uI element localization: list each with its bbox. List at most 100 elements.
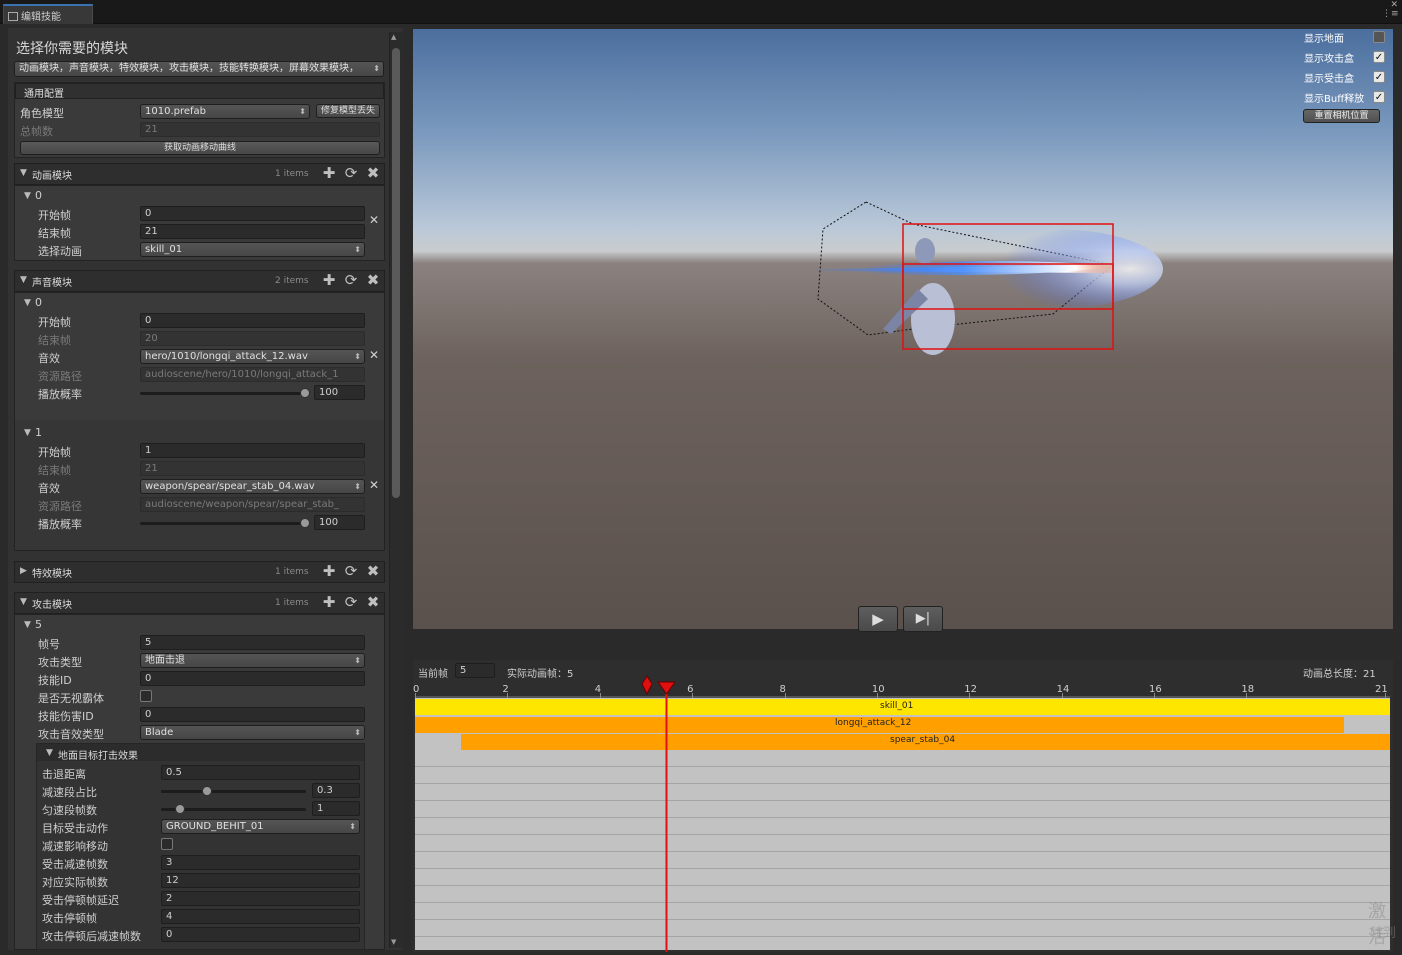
decel-ratio-slider[interactable] xyxy=(161,790,306,793)
expand-triangle-icon[interactable]: ▼ xyxy=(24,620,31,630)
sound-entry-index: 0 xyxy=(35,296,42,309)
slider-knob[interactable] xyxy=(300,518,310,528)
refresh-icon[interactable]: ⟳ xyxy=(342,164,360,182)
decel-ratio-field[interactable]: 0.3 xyxy=(312,783,360,798)
delete-entry-icon[interactable]: ✕ xyxy=(369,478,379,492)
scene-render xyxy=(808,201,1163,355)
track-row-line xyxy=(415,885,1390,886)
damage-id-field[interactable]: 0 xyxy=(140,707,365,722)
current-frame-field[interactable]: 5 xyxy=(455,663,495,678)
module-select-dropdown[interactable]: 动画模块，声音模块，特效模块，攻击模块，技能转换模块，屏幕效果模块， xyxy=(14,61,384,77)
decel-move-label: 减速影响移动 xyxy=(42,840,108,853)
attack-sfx-type-dropdown[interactable]: Blade xyxy=(140,725,365,740)
sound-prob-slider[interactable] xyxy=(140,392,310,395)
expand-triangle-icon[interactable]: ▶ xyxy=(20,566,27,576)
refresh-icon[interactable]: ⟳ xyxy=(342,593,360,611)
sound-start-label: 开始帧 xyxy=(38,316,71,329)
model-dropdown[interactable]: 1010.prefab xyxy=(140,104,310,119)
add-icon[interactable]: ✚ xyxy=(320,271,338,289)
knockback-field[interactable]: 0.5 xyxy=(161,765,360,780)
expand-triangle-icon[interactable]: ▼ xyxy=(24,191,31,201)
editor-window-icon xyxy=(8,12,18,21)
toggle-attack-box-checkbox[interactable]: ✓ xyxy=(1373,51,1385,63)
hit-decel-field[interactable]: 3 xyxy=(161,855,360,870)
model-label: 角色模型 xyxy=(20,107,64,120)
hit-decel-label: 受击减速帧数 xyxy=(42,858,108,871)
sound-sfx-label: 音效 xyxy=(38,482,60,495)
track-label-sound-0: longqi_attack_12 xyxy=(835,718,912,728)
scene-viewport[interactable] xyxy=(413,29,1393,629)
real-frames-field[interactable]: 12 xyxy=(161,873,360,888)
scroll-up-icon[interactable]: ▲ xyxy=(391,33,396,41)
collapse-triangle-icon[interactable]: ▼ xyxy=(20,597,27,607)
sound-start-field[interactable]: 0 xyxy=(140,313,365,328)
sound-prob-field[interactable]: 100 xyxy=(314,515,365,530)
sound-sfx-dropdown[interactable]: hero/1010/longqi_attack_12.wav xyxy=(140,349,365,364)
anim-end-field[interactable]: 21 xyxy=(140,224,365,239)
fix-model-button[interactable]: 修复模型丢失 xyxy=(316,104,380,118)
attack-type-dropdown[interactable]: 地面击退 xyxy=(140,653,365,668)
attack-frame-field[interactable]: 5 xyxy=(140,635,365,650)
scrollbar-thumb[interactable] xyxy=(392,48,400,498)
collapse-triangle-icon[interactable]: ▼ xyxy=(46,748,53,758)
sound-entry-index: 1 xyxy=(35,426,42,439)
real-frames-label: 对应实际帧数 xyxy=(42,876,108,889)
after-pause-label: 攻击停顿后减速帧数 xyxy=(42,930,141,943)
window-menu-icon[interactable]: ⋮≡ xyxy=(1382,10,1399,19)
skill-id-field[interactable]: 0 xyxy=(140,671,365,686)
toggle-label-buff: 显示Buff释放 xyxy=(1304,94,1365,105)
anim-select-dropdown[interactable]: skill_01 xyxy=(140,242,365,257)
delete-entry-icon[interactable]: ✕ xyxy=(369,348,379,362)
sound-prob-field[interactable]: 100 xyxy=(314,385,365,400)
toggle-ground-checkbox[interactable] xyxy=(1373,31,1385,43)
scroll-down-icon[interactable]: ▼ xyxy=(391,938,396,946)
slider-knob[interactable] xyxy=(201,786,212,796)
remove-icon[interactable]: ✖ xyxy=(364,562,382,580)
decel-move-checkbox[interactable] xyxy=(161,838,173,850)
anim-module-title: 动画模块 xyxy=(32,171,72,182)
step-button[interactable]: ▶| xyxy=(903,606,943,632)
add-icon[interactable]: ✚ xyxy=(320,593,338,611)
remove-icon[interactable]: ✖ xyxy=(364,593,382,611)
add-icon[interactable]: ✚ xyxy=(320,164,338,182)
after-pause-field[interactable]: 0 xyxy=(161,927,360,942)
track-row-line xyxy=(415,834,1390,835)
sound-sfx-dropdown[interactable]: weapon/spear/spear_stab_04.wav xyxy=(140,479,365,494)
expand-triangle-icon[interactable]: ▼ xyxy=(24,428,31,438)
track-row-line xyxy=(415,868,1390,869)
attack-pause-field[interactable]: 4 xyxy=(161,909,360,924)
fx-module-count: 1 items xyxy=(275,567,309,577)
play-button[interactable]: ▶ xyxy=(858,606,898,632)
add-icon[interactable]: ✚ xyxy=(320,562,338,580)
expand-triangle-icon[interactable]: ▼ xyxy=(24,298,31,308)
collapse-triangle-icon[interactable]: ▼ xyxy=(20,275,27,285)
current-frame-label: 当前帧 xyxy=(418,669,448,680)
collapse-triangle-icon[interactable]: ▼ xyxy=(20,168,27,178)
toggle-buff-checkbox[interactable]: ✓ xyxy=(1373,91,1385,103)
ignore-armor-checkbox[interactable] xyxy=(140,690,152,702)
track-row-line xyxy=(415,936,1390,937)
track-row-line xyxy=(415,783,1390,784)
track-label-anim: skill_01 xyxy=(880,701,914,711)
remove-icon[interactable]: ✖ xyxy=(364,271,382,289)
track-row-line xyxy=(415,817,1390,818)
sound-start-field[interactable]: 1 xyxy=(140,443,365,458)
delete-entry-icon[interactable]: ✕ xyxy=(369,213,379,227)
hit-delay-field[interactable]: 2 xyxy=(161,891,360,906)
sound-prob-slider[interactable] xyxy=(140,522,310,525)
anim-start-field[interactable]: 0 xyxy=(140,206,365,221)
toggle-hurt-box-checkbox[interactable]: ✓ xyxy=(1373,71,1385,83)
refresh-icon[interactable]: ⟳ xyxy=(342,562,360,580)
reset-camera-button[interactable]: 重置相机位置 xyxy=(1303,109,1380,123)
hit-anim-dropdown[interactable]: GROUND_BEHIT_01 xyxy=(161,819,360,834)
get-curve-button[interactable]: 获取动画移动曲线 xyxy=(20,141,380,155)
uniform-frames-field[interactable]: 1 xyxy=(312,801,360,816)
remove-icon[interactable]: ✖ xyxy=(364,164,382,182)
slider-knob[interactable] xyxy=(300,388,310,398)
tab-title: 编辑技能 xyxy=(21,12,61,23)
playhead[interactable] xyxy=(635,674,685,954)
refresh-icon[interactable]: ⟳ xyxy=(342,271,360,289)
timeline-tick: 18 xyxy=(1241,684,1255,695)
tab-edit-skill[interactable]: 编辑技能 xyxy=(3,4,93,24)
slider-knob[interactable] xyxy=(174,804,185,814)
